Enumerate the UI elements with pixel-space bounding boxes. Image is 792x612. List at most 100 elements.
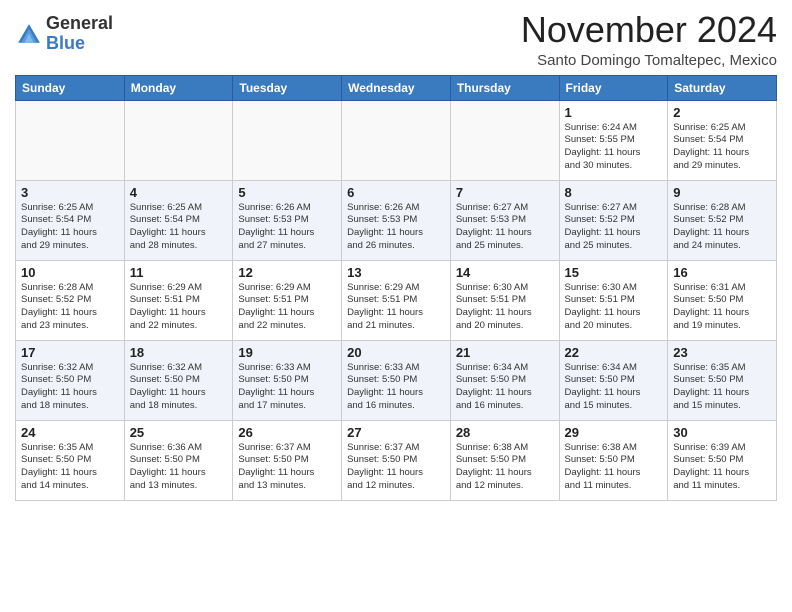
day-number: 2 [673,105,771,120]
title-block: November 2024 Santo Domingo Tomaltepec, … [521,10,777,69]
day-number: 25 [130,425,228,440]
logo-text: General Blue [46,14,113,54]
calendar-day-cell: 14 Sunrise: 6:30 AM Sunset: 5:51 PM Dayli… [450,260,559,340]
calendar-week-row: 24 Sunrise: 6:35 AM Sunset: 5:50 PM Dayli… [16,420,777,500]
day-info: Sunrise: 6:35 AM Sunset: 5:50 PM Dayligh… [21,442,119,493]
day-number: 24 [21,425,119,440]
day-info: Sunrise: 6:37 AM Sunset: 5:50 PM Dayligh… [347,442,445,493]
calendar-day-cell [233,100,342,180]
logo-blue-text: Blue [46,34,113,54]
weekday-header-thursday: Thursday [450,75,559,100]
calendar-day-cell: 3 Sunrise: 6:25 AM Sunset: 5:54 PM Daylig… [16,180,125,260]
logo-general-text: General [46,14,113,34]
day-info: Sunrise: 6:34 AM Sunset: 5:50 PM Dayligh… [565,362,663,413]
calendar-day-cell: 17 Sunrise: 6:32 AM Sunset: 5:50 PM Dayli… [16,340,125,420]
day-number: 5 [238,185,336,200]
day-info: Sunrise: 6:25 AM Sunset: 5:54 PM Dayligh… [673,122,771,173]
calendar-day-cell: 27 Sunrise: 6:37 AM Sunset: 5:50 PM Dayli… [342,420,451,500]
day-number: 20 [347,345,445,360]
day-number: 4 [130,185,228,200]
day-info: Sunrise: 6:38 AM Sunset: 5:50 PM Dayligh… [565,442,663,493]
day-info: Sunrise: 6:32 AM Sunset: 5:50 PM Dayligh… [21,362,119,413]
calendar-header: SundayMondayTuesdayWednesdayThursdayFrid… [16,75,777,100]
calendar-day-cell: 29Sunrise: 6:38 AM Sunset: 5:50 PM Dayli… [559,420,668,500]
calendar-day-cell: 7 Sunrise: 6:27 AM Sunset: 5:53 PM Daylig… [450,180,559,260]
day-info: Sunrise: 6:28 AM Sunset: 5:52 PM Dayligh… [21,282,119,333]
calendar-day-cell: 2 Sunrise: 6:25 AM Sunset: 5:54 PM Daylig… [668,100,777,180]
calendar-day-cell [450,100,559,180]
day-number: 3 [21,185,119,200]
calendar-day-cell [342,100,451,180]
day-number: 27 [347,425,445,440]
day-number: 19 [238,345,336,360]
day-number: 16 [673,265,771,280]
day-info: Sunrise: 6:29 AM Sunset: 5:51 PM Dayligh… [130,282,228,333]
day-number: 26 [238,425,336,440]
calendar-day-cell: 5 Sunrise: 6:26 AM Sunset: 5:53 PM Daylig… [233,180,342,260]
day-info: Sunrise: 6:30 AM Sunset: 5:51 PM Dayligh… [456,282,554,333]
day-number: 13 [347,265,445,280]
day-info: Sunrise: 6:26 AM Sunset: 5:53 PM Dayligh… [238,202,336,253]
day-number: 10 [21,265,119,280]
page-container: General Blue November 2024 Santo Domingo… [0,0,792,511]
day-number: 28 [456,425,554,440]
day-number: 7 [456,185,554,200]
calendar-day-cell: 19 Sunrise: 6:33 AM Sunset: 5:50 PM Dayli… [233,340,342,420]
calendar-table: SundayMondayTuesdayWednesdayThursdayFrid… [15,75,777,501]
day-number: 1 [565,105,663,120]
day-info: Sunrise: 6:38 AM Sunset: 5:50 PM Dayligh… [456,442,554,493]
day-info: Sunrise: 6:25 AM Sunset: 5:54 PM Dayligh… [21,202,119,253]
day-info: Sunrise: 6:27 AM Sunset: 5:52 PM Dayligh… [565,202,663,253]
calendar-day-cell: 18Sunrise: 6:32 AM Sunset: 5:50 PM Dayli… [124,340,233,420]
location-subtitle: Santo Domingo Tomaltepec, Mexico [521,52,777,69]
calendar-day-cell: 30 Sunrise: 6:39 AM Sunset: 5:50 PM Dayli… [668,420,777,500]
day-info: Sunrise: 6:39 AM Sunset: 5:50 PM Dayligh… [673,442,771,493]
calendar-day-cell: 1Sunrise: 6:24 AM Sunset: 5:55 PM Daylig… [559,100,668,180]
calendar-day-cell: 21Sunrise: 6:34 AM Sunset: 5:50 PM Dayli… [450,340,559,420]
calendar-day-cell: 25 Sunrise: 6:36 AM Sunset: 5:50 PM Dayli… [124,420,233,500]
day-info: Sunrise: 6:33 AM Sunset: 5:50 PM Dayligh… [347,362,445,413]
day-info: Sunrise: 6:30 AM Sunset: 5:51 PM Dayligh… [565,282,663,333]
day-number: 9 [673,185,771,200]
calendar-day-cell: 16 Sunrise: 6:31 AM Sunset: 5:50 PM Dayli… [668,260,777,340]
day-number: 30 [673,425,771,440]
weekday-header-wednesday: Wednesday [342,75,451,100]
logo-icon [15,21,43,49]
day-info: Sunrise: 6:36 AM Sunset: 5:50 PM Dayligh… [130,442,228,493]
month-title: November 2024 [521,10,777,50]
day-info: Sunrise: 6:27 AM Sunset: 5:53 PM Dayligh… [456,202,554,253]
day-info: Sunrise: 6:29 AM Sunset: 5:51 PM Dayligh… [347,282,445,333]
day-info: Sunrise: 6:37 AM Sunset: 5:50 PM Dayligh… [238,442,336,493]
header: General Blue November 2024 Santo Domingo… [15,10,777,69]
day-number: 15 [565,265,663,280]
calendar-day-cell: 23Sunrise: 6:35 AM Sunset: 5:50 PM Dayli… [668,340,777,420]
calendar-day-cell [124,100,233,180]
day-number: 18 [130,345,228,360]
weekday-header-tuesday: Tuesday [233,75,342,100]
calendar-week-row: 10 Sunrise: 6:28 AM Sunset: 5:52 PM Dayli… [16,260,777,340]
calendar-day-cell: 24 Sunrise: 6:35 AM Sunset: 5:50 PM Dayli… [16,420,125,500]
weekday-header-friday: Friday [559,75,668,100]
calendar-day-cell: 28 Sunrise: 6:38 AM Sunset: 5:50 PM Dayli… [450,420,559,500]
calendar-day-cell: 26 Sunrise: 6:37 AM Sunset: 5:50 PM Dayli… [233,420,342,500]
weekday-header-saturday: Saturday [668,75,777,100]
weekday-header-row: SundayMondayTuesdayWednesdayThursdayFrid… [16,75,777,100]
day-number: 17 [21,345,119,360]
calendar-day-cell: 20 Sunrise: 6:33 AM Sunset: 5:50 PM Dayli… [342,340,451,420]
calendar-day-cell: 4 Sunrise: 6:25 AM Sunset: 5:54 PM Daylig… [124,180,233,260]
calendar-day-cell: 12 Sunrise: 6:29 AM Sunset: 5:51 PM Dayli… [233,260,342,340]
day-number: 11 [130,265,228,280]
day-number: 22 [565,345,663,360]
day-number: 12 [238,265,336,280]
day-number: 8 [565,185,663,200]
day-info: Sunrise: 6:25 AM Sunset: 5:54 PM Dayligh… [130,202,228,253]
day-info: Sunrise: 6:33 AM Sunset: 5:50 PM Dayligh… [238,362,336,413]
calendar-day-cell: 9Sunrise: 6:28 AM Sunset: 5:52 PM Daylig… [668,180,777,260]
day-number: 14 [456,265,554,280]
calendar-week-row: 1Sunrise: 6:24 AM Sunset: 5:55 PM Daylig… [16,100,777,180]
calendar-day-cell: 13 Sunrise: 6:29 AM Sunset: 5:51 PM Dayli… [342,260,451,340]
day-info: Sunrise: 6:29 AM Sunset: 5:51 PM Dayligh… [238,282,336,333]
day-number: 6 [347,185,445,200]
day-info: Sunrise: 6:31 AM Sunset: 5:50 PM Dayligh… [673,282,771,333]
day-number: 21 [456,345,554,360]
